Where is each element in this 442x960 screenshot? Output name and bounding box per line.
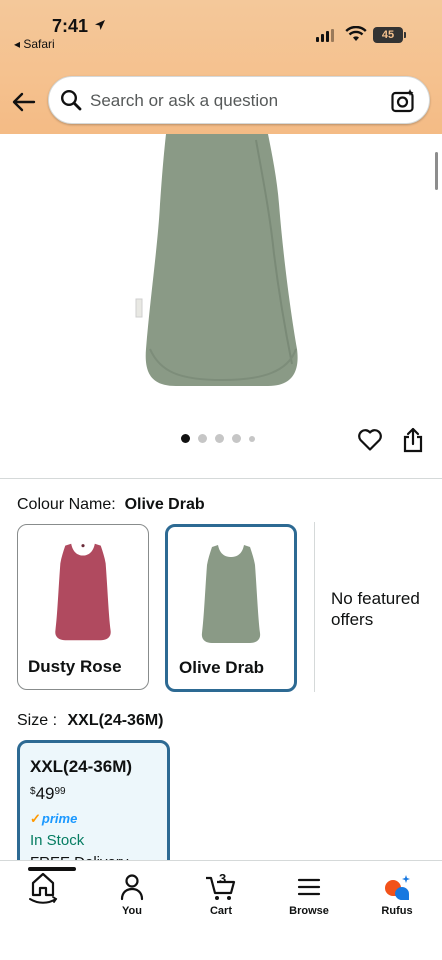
product-image[interactable] [0, 134, 442, 414]
back-arrow-icon[interactable] [10, 88, 38, 116]
tab-rufus-label: Rufus [381, 905, 413, 917]
prime-badge: ✓prime [30, 811, 77, 827]
swatch-name: Olive Drab [179, 658, 265, 677]
image-dot-active[interactable] [181, 434, 190, 443]
active-tab-indicator [28, 867, 76, 871]
tab-you[interactable]: You [97, 869, 167, 917]
image-pagination[interactable] [181, 434, 255, 443]
image-dot[interactable] [198, 434, 207, 443]
tab-browse-label: Browse [289, 905, 329, 917]
search-icon [60, 89, 82, 111]
search-input[interactable]: Search or ask a question [48, 76, 430, 124]
camera-lens-icon[interactable] [390, 88, 416, 114]
tab-you-label: You [122, 905, 142, 917]
dusty-rose-thumbnail [55, 543, 111, 641]
sleep-sack-image [135, 134, 298, 386]
colour-label: Colour Name: Olive Drab [17, 496, 205, 514]
top-header: 7:41 ◂ Safari 45 Search or ask a questio… [0, 0, 442, 134]
back-to-safari-link[interactable]: ◂ Safari [14, 37, 55, 51]
size-option-xxl[interactable]: XXL(24-36M) $4999 ✓prime In Stock FREE D… [17, 740, 170, 880]
user-icon [120, 874, 144, 901]
share-icon[interactable] [402, 427, 424, 453]
tab-rufus[interactable]: Rufus [362, 869, 432, 917]
size-selected-value: XXL(24-36M) [67, 712, 164, 729]
size-label: Size : XXL(24-36M) [17, 712, 164, 730]
status-time: 7:41 [52, 16, 89, 36]
colour-selected-value: Olive Drab [124, 496, 205, 513]
cellular-signal-icon [316, 29, 334, 42]
prime-text: prime [41, 811, 78, 826]
tab-cart-label: Cart [209, 905, 232, 917]
prime-check-icon: ✓ [30, 811, 41, 826]
heart-icon[interactable] [357, 428, 383, 452]
tab-home[interactable] [8, 867, 78, 905]
battery-cap [404, 32, 406, 38]
image-dot[interactable] [232, 434, 241, 443]
wifi-icon [345, 26, 367, 41]
stock-status: In Stock [30, 832, 85, 849]
image-dot[interactable] [215, 434, 224, 443]
image-dot[interactable] [249, 435, 255, 442]
colour-option-dusty-rose[interactable]: Dusty Rose [17, 524, 149, 690]
colour-label-text: Colour Name: [17, 496, 116, 513]
price: $4999 [30, 784, 66, 804]
price-whole: 49 [35, 784, 55, 803]
no-featured-offers-text: No featured offers [331, 589, 420, 629]
cart-count-badge: 3 [219, 871, 227, 886]
size-label-text: Size : [17, 712, 58, 729]
rufus-icon [385, 875, 410, 901]
size-option-name: XXL(24-36M) [30, 757, 133, 776]
page-scrollbar[interactable] [435, 152, 438, 190]
colour-option-olive-drab[interactable]: Olive Drab [165, 524, 297, 692]
vertical-divider [314, 522, 315, 692]
section-divider [0, 478, 442, 479]
price-currency: $ [30, 786, 36, 797]
search-placeholder: Search or ask a question [90, 91, 279, 110]
bottom-tab-bar: You 3 Cart Browse Rufus [0, 860, 442, 960]
tab-browse[interactable]: Browse [274, 869, 344, 917]
price-cents: 99 [54, 786, 66, 797]
home-icon [29, 872, 58, 904]
swatch-name: Dusty Rose [28, 657, 122, 676]
tab-cart[interactable]: 3 Cart [186, 869, 256, 917]
location-arrow-icon [95, 20, 105, 30]
menu-icon [297, 878, 321, 896]
battery-icon: 45 [373, 27, 403, 43]
olive-drab-thumbnail [201, 545, 261, 643]
